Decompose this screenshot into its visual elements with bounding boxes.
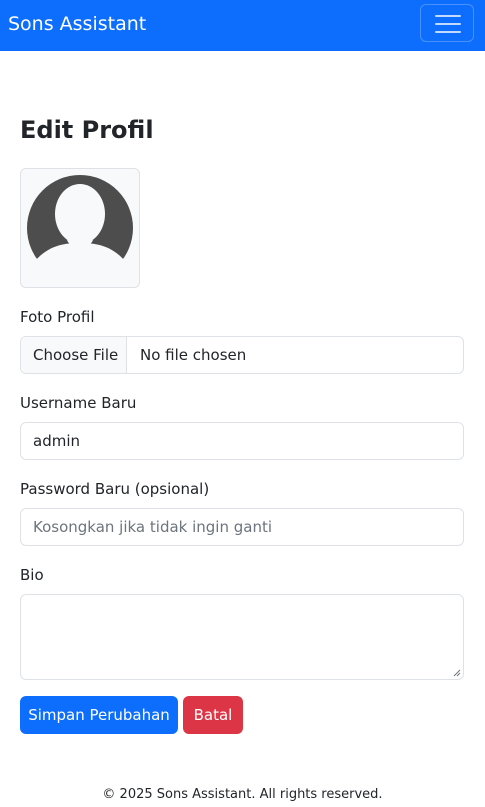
cancel-button[interactable]: Batal (183, 696, 243, 734)
hamburger-icon (435, 14, 461, 34)
navbar: Sons Assistant (0, 0, 485, 51)
bio-textarea[interactable] (20, 594, 464, 680)
profile-photo-file-input[interactable]: Choose File No file chosen (20, 336, 464, 374)
choose-file-button[interactable]: Choose File (21, 337, 127, 373)
photo-label: Foto Profil (20, 308, 95, 326)
navbar-toggle-button[interactable] (420, 4, 474, 42)
brand-link[interactable]: Sons Assistant (8, 11, 146, 37)
resize-handle-icon[interactable] (453, 669, 461, 677)
footer-text: © 2025 Sons Assistant. All rights reserv… (102, 787, 383, 802)
username-input[interactable]: admin (20, 422, 464, 460)
file-status-text: No file chosen (140, 346, 247, 364)
username-label: Username Baru (20, 394, 137, 412)
profile-photo (20, 168, 140, 288)
user-avatar-icon (27, 175, 133, 287)
bio-label: Bio (20, 566, 44, 584)
password-input[interactable]: Kosongkan jika tidak ingin ganti (20, 508, 464, 546)
save-button[interactable]: Simpan Perubahan (20, 696, 178, 734)
password-label: Password Baru (opsional) (20, 480, 210, 498)
page-title: Edit Profil (20, 116, 154, 144)
